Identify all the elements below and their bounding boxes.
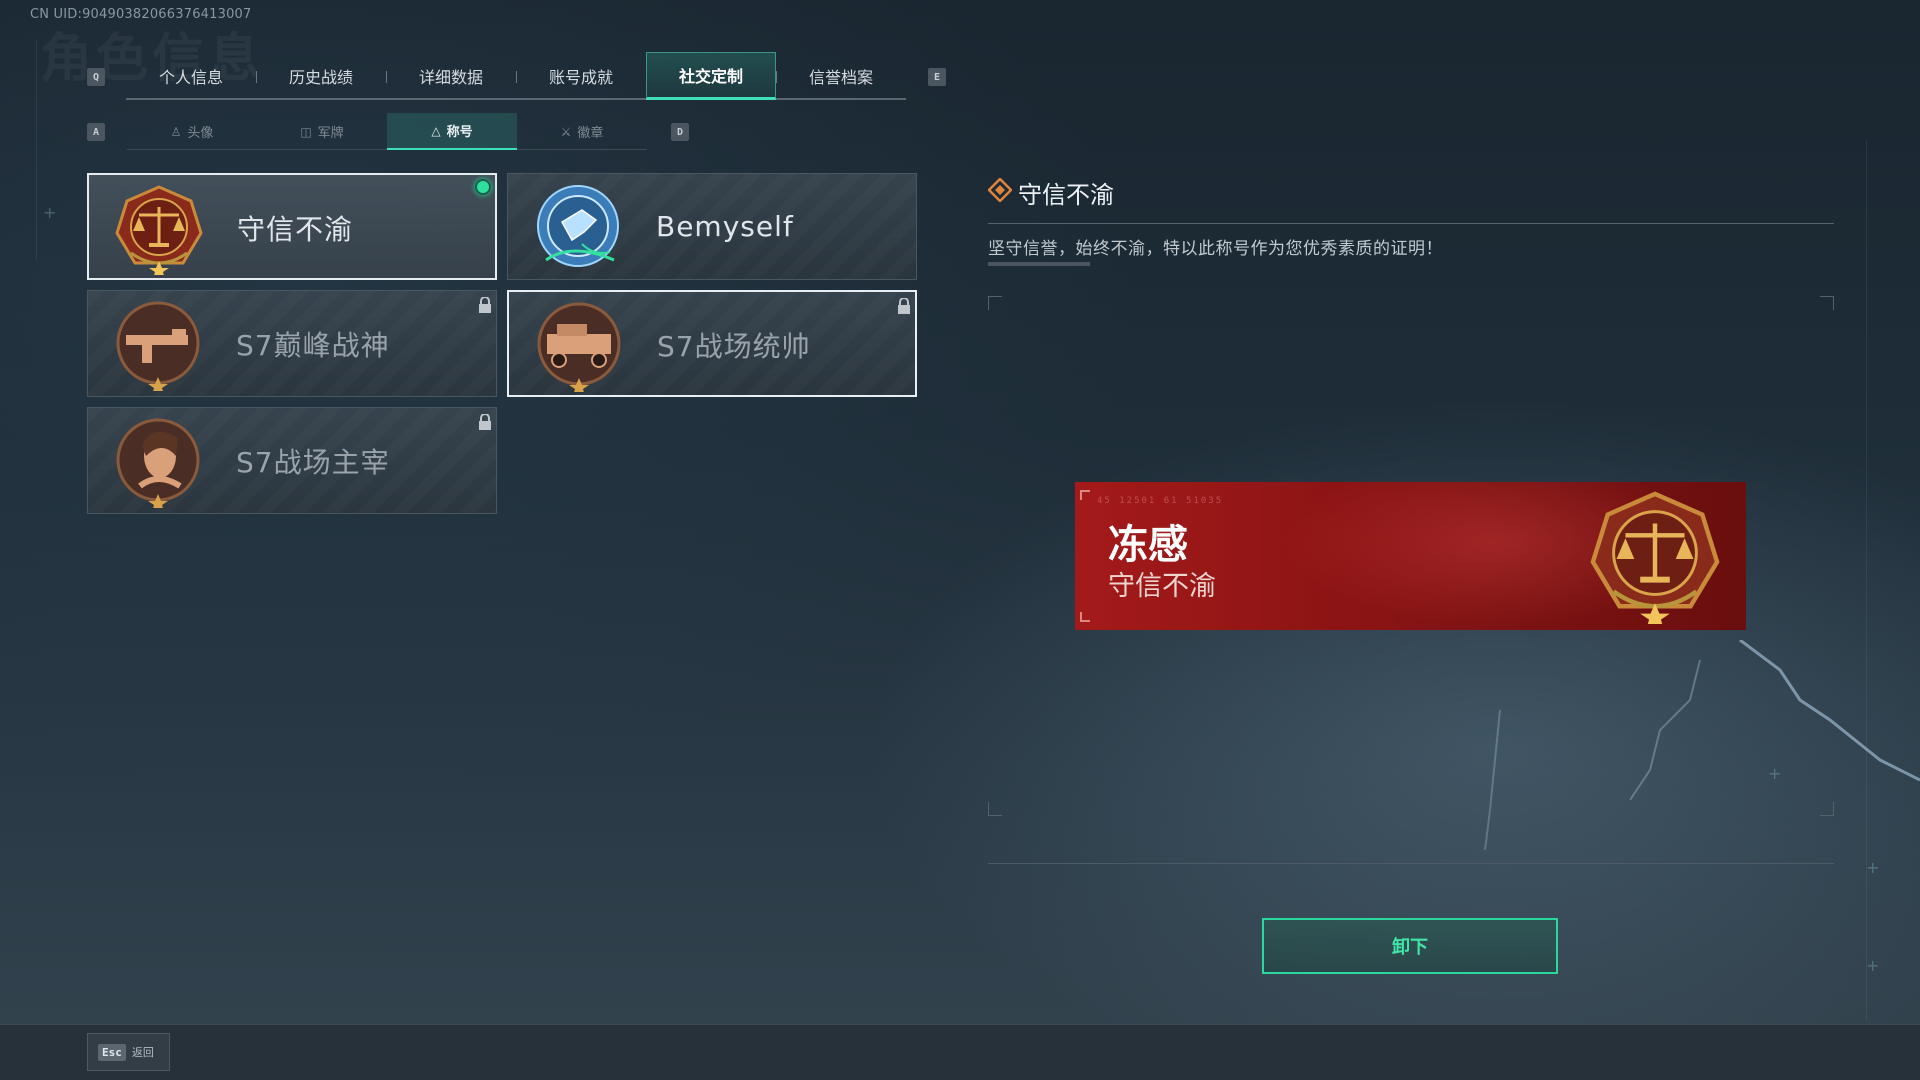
back-label: 返回	[131, 1046, 154, 1059]
title-name: S7巅峰战神	[236, 328, 390, 362]
person-icon: ♙	[170, 124, 182, 139]
frame-corner	[988, 802, 1002, 816]
banner-corner	[1080, 612, 1090, 622]
vehicle-medal-icon	[537, 302, 621, 392]
banner-title: 守信不渝	[1108, 571, 1216, 602]
frame-corner	[988, 296, 1002, 310]
plus-deco-icon: +	[1866, 956, 1880, 975]
description-underline	[988, 262, 1090, 266]
banner-corner	[1080, 490, 1090, 500]
plus-deco-icon: +	[43, 203, 57, 222]
title-card[interactable]: 守信不渝	[87, 173, 497, 280]
subtab-title[interactable]: △ 称号	[387, 113, 517, 150]
tab-prev-key[interactable]: Q	[87, 68, 105, 86]
title-card[interactable]: S7战场主宰	[87, 407, 497, 514]
detail-description: 坚守信誉，始终不渝，特以此称号作为您优秀素质的证明！	[988, 239, 1443, 259]
subtab-label: 军牌	[317, 126, 344, 141]
bottom-bar	[0, 1024, 1920, 1080]
subtab-dogtag[interactable]: ◫ 军牌	[257, 113, 387, 150]
tab-credit-record[interactable]: 信誉档案	[776, 52, 906, 100]
grid-line	[36, 40, 37, 260]
lock-icon	[479, 414, 491, 430]
banner-player-name: 冻感	[1108, 522, 1188, 568]
top-tab-bar: 个人信息 历史战绩 详细数据 账号成就 社交定制 信誉档案	[126, 52, 906, 100]
scales-medal-icon	[1590, 491, 1720, 624]
frame-corner	[1820, 296, 1834, 310]
title-name: S7战场主宰	[236, 445, 390, 479]
subtab-emblem[interactable]: ⚔ 徽章	[517, 113, 647, 150]
title-card[interactable]: Bemyself	[507, 173, 917, 280]
frame-corner	[1820, 802, 1834, 816]
subtab-label: 头像	[187, 126, 214, 141]
tab-achievements[interactable]: 账号成就	[516, 52, 646, 100]
gun-medal-icon	[116, 301, 200, 391]
detail-title: 守信不渝	[1018, 181, 1114, 209]
lock-icon	[479, 297, 491, 313]
subtab-label: 称号	[446, 125, 473, 140]
sub-tab-bar: ♙ 头像 ◫ 军牌 △ 称号 ⚔ 徽章	[127, 113, 647, 150]
bemyself-medal-icon	[537, 185, 619, 267]
title-card[interactable]: S7巅峰战神	[87, 290, 497, 397]
title-name: 守信不渝	[237, 212, 354, 246]
tab-next-key[interactable]: E	[928, 68, 946, 86]
title-card[interactable]: S7战场统帅	[507, 290, 917, 397]
tab-personal-info[interactable]: 个人信息	[126, 52, 256, 100]
lightning-decoration	[1484, 640, 1920, 851]
title-name: Bemyself	[656, 210, 794, 243]
tab-detailed-data[interactable]: 详细数据	[386, 52, 516, 100]
unequip-button[interactable]: 卸下	[1262, 918, 1558, 974]
subtab-avatar[interactable]: ♙ 头像	[127, 113, 257, 150]
tab-match-history[interactable]: 历史战绩	[256, 52, 386, 100]
banner-serial: 45 12501 61 51035	[1097, 496, 1224, 506]
dogtag-icon: ◫	[300, 124, 312, 139]
subtab-prev-key[interactable]: A	[87, 123, 105, 141]
triangle-icon: △	[431, 123, 441, 138]
title-name: S7战场统帅	[657, 329, 811, 363]
portrait-medal-icon	[116, 418, 200, 508]
back-button[interactable]: Esc 返回	[87, 1033, 170, 1071]
scales-medal-icon	[115, 185, 203, 275]
esc-keycap: Esc	[98, 1043, 126, 1061]
subtab-next-key[interactable]: D	[671, 123, 689, 141]
detail-divider	[988, 223, 1834, 224]
title-diamond-icon	[988, 178, 1012, 202]
emblem-icon: ⚔	[560, 124, 572, 139]
subtab-label: 徽章	[577, 126, 604, 141]
tab-social-customization[interactable]: 社交定制	[646, 52, 776, 100]
lock-icon	[898, 298, 910, 314]
equipped-indicator	[475, 179, 491, 195]
title-banner-preview: 45 12501 61 51035 冻感 守信不渝	[1075, 482, 1746, 630]
